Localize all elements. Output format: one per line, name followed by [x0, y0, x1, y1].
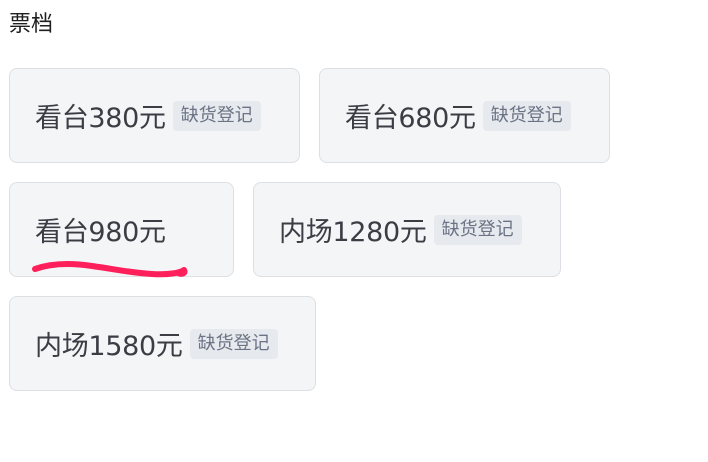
ticket-option-980[interactable]: 看台980元: [9, 182, 234, 278]
red-underline-annotation: [32, 261, 188, 278]
ticket-row-1: 看台380元 缺货登记 看台680元 缺货登记: [9, 68, 689, 163]
ticket-name: 看台680元: [345, 103, 476, 134]
ticket-option-380[interactable]: 看台380元 缺货登记: [9, 68, 300, 163]
ticket-name: 看台380元: [35, 103, 166, 134]
ticket-name: 内场1580元: [35, 331, 183, 362]
ticket-option-1280[interactable]: 内场1280元 缺货登记: [253, 182, 561, 277]
ticket-name: 内场1280元: [279, 217, 427, 248]
out-of-stock-register-badge[interactable]: 缺货登记: [189, 328, 278, 359]
out-of-stock-register-badge[interactable]: 缺货登记: [433, 214, 522, 245]
out-of-stock-register-badge[interactable]: 缺货登记: [172, 100, 261, 131]
section-title: 票档: [9, 12, 54, 37]
ticket-row-2: 看台980元 内场1280元 缺货登记: [9, 182, 689, 278]
out-of-stock-register-badge[interactable]: 缺货登记: [482, 100, 571, 131]
ticket-option-680[interactable]: 看台680元 缺货登记: [319, 68, 610, 163]
ticket-option-1580[interactable]: 内场1580元 缺货登记: [9, 296, 316, 391]
ticket-name: 看台980元: [35, 217, 166, 248]
ticket-row-3: 内场1580元 缺货登记: [9, 296, 689, 391]
ticket-tier-grid: 看台380元 缺货登记 看台680元 缺货登记 看台980元 内场1280元 缺…: [9, 68, 689, 410]
